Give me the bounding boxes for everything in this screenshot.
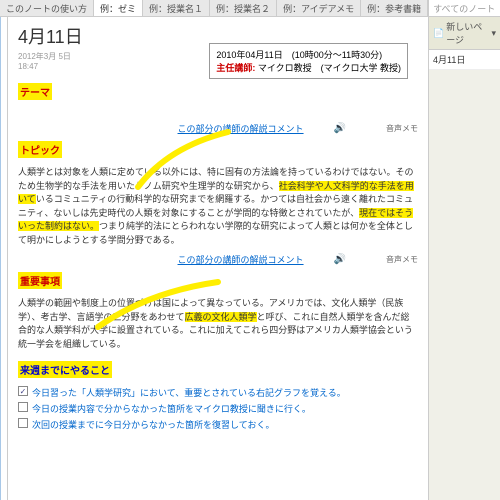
check-item-3[interactable]: 次回の授業までに今日分からなかった箇所を復習しておく。 bbox=[18, 418, 418, 431]
heading-important: 重要事項 bbox=[18, 272, 62, 289]
check-item-1[interactable]: ✓ 今日習った「人類学研究」において、重要とされている右記グラフを覚える。 bbox=[18, 386, 418, 399]
tab-books[interactable]: 例：参考書籍 bbox=[361, 0, 428, 16]
lecture-datetime: 2010年04月11日 (10時00分～11時30分) bbox=[216, 48, 401, 61]
new-page-icon: 📄 bbox=[433, 28, 444, 39]
heading-theme: テーマ bbox=[18, 83, 52, 100]
chevron-down-icon[interactable]: ▾ bbox=[491, 28, 496, 39]
lecture-info-box: 2010年04月11日 (10時00分～11時30分) 主任講師: マイクロ教授… bbox=[209, 43, 408, 79]
audio-icon[interactable]: 🔊 bbox=[334, 123, 346, 134]
comment-link-2[interactable]: この部分の講師の解説コメント bbox=[178, 253, 304, 266]
audio-icon[interactable]: 🔊 bbox=[334, 254, 346, 265]
audio-label-1: 音声メモ bbox=[386, 123, 418, 134]
new-page-button[interactable]: 📄 新しいページ ▾ bbox=[429, 17, 500, 50]
search-input[interactable]: すべてのノートブックの検索 (Ctrl+E) bbox=[428, 0, 500, 16]
page-sidebar: 📄 新しいページ ▾ 4月11日 bbox=[428, 17, 500, 500]
tab-idea[interactable]: 例：アイデアメモ bbox=[277, 0, 361, 16]
tab-howto[interactable]: このノートの使い方 bbox=[0, 0, 94, 16]
lecturer-role: 主任講師: bbox=[216, 63, 255, 73]
heading-topic: トピック bbox=[18, 141, 62, 158]
comment-link-1[interactable]: この部分の講師の解説コメント bbox=[178, 122, 304, 135]
checkbox-icon[interactable] bbox=[18, 418, 28, 428]
page-list-item[interactable]: 4月11日 bbox=[429, 50, 500, 70]
tab-class2[interactable]: 例：授業名２ bbox=[210, 0, 277, 16]
todo-checklist: ✓ 今日習った「人類学研究」において、重要とされている右記グラフを覚える。 今日… bbox=[18, 386, 418, 431]
checkbox-icon[interactable] bbox=[18, 402, 28, 412]
important-paragraph: 人類学の範囲や制度上の位置づけは国によって異なっている。アメリカでは、文化人類学… bbox=[18, 297, 418, 351]
ruled-margin bbox=[0, 17, 8, 500]
tab-seminar[interactable]: 例：ゼミ bbox=[94, 0, 143, 16]
checkbox-icon[interactable]: ✓ bbox=[18, 386, 28, 396]
main-area: 4月11日 2012年3月 5日18:47 2010年04月11日 (10時00… bbox=[0, 17, 500, 500]
check-item-2[interactable]: 今日の授業内容で分からなかった箇所をマイクロ教授に聞きに行く。 bbox=[18, 402, 418, 415]
heading-todo: 来週までにやること bbox=[18, 361, 112, 378]
note-content[interactable]: 4月11日 2012年3月 5日18:47 2010年04月11日 (10時00… bbox=[8, 17, 428, 500]
tab-bar: このノートの使い方 例：ゼミ 例：授業名１ 例：授業名２ 例：アイデアメモ 例：… bbox=[0, 0, 500, 17]
tab-class1[interactable]: 例：授業名１ bbox=[143, 0, 210, 16]
topic-paragraph: 人類学とは対象を人類に定めている以外には、特に固有の方法論を持っているわけではな… bbox=[18, 166, 418, 247]
audio-label-2: 音声メモ bbox=[386, 254, 418, 265]
lecturer-name: マイクロ教授 (マイクロ大学 教授) bbox=[258, 63, 401, 73]
